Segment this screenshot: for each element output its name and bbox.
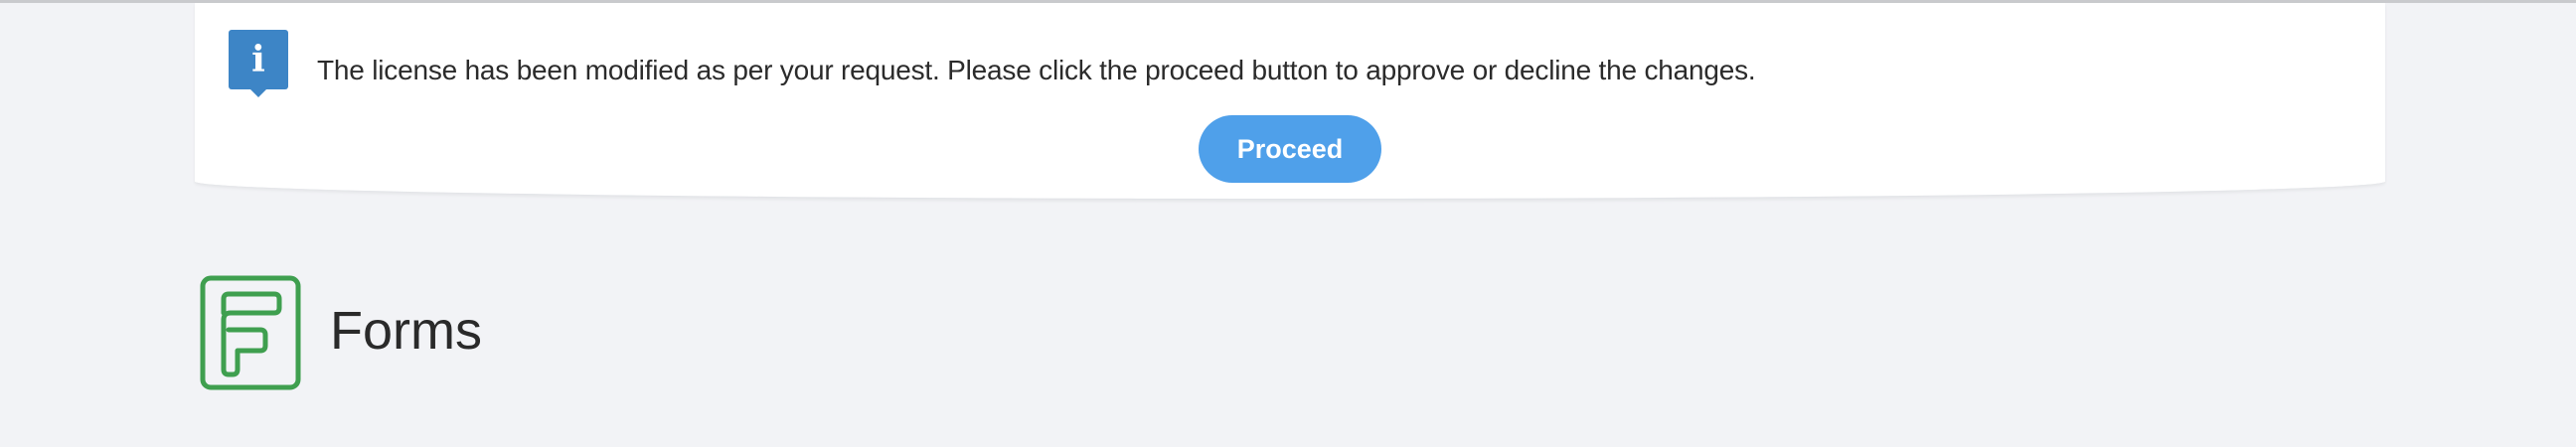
info-icon: i [229, 30, 288, 97]
forms-logo-icon [200, 275, 301, 390]
license-notice-banner: i The license has been modified as per y… [195, 3, 2385, 200]
app-title: Forms [330, 301, 482, 361]
proceed-button[interactable]: Proceed [1199, 115, 1381, 183]
license-notice-message: The license has been modified as per you… [317, 55, 1756, 85]
info-icon-glyph: i [251, 39, 265, 80]
